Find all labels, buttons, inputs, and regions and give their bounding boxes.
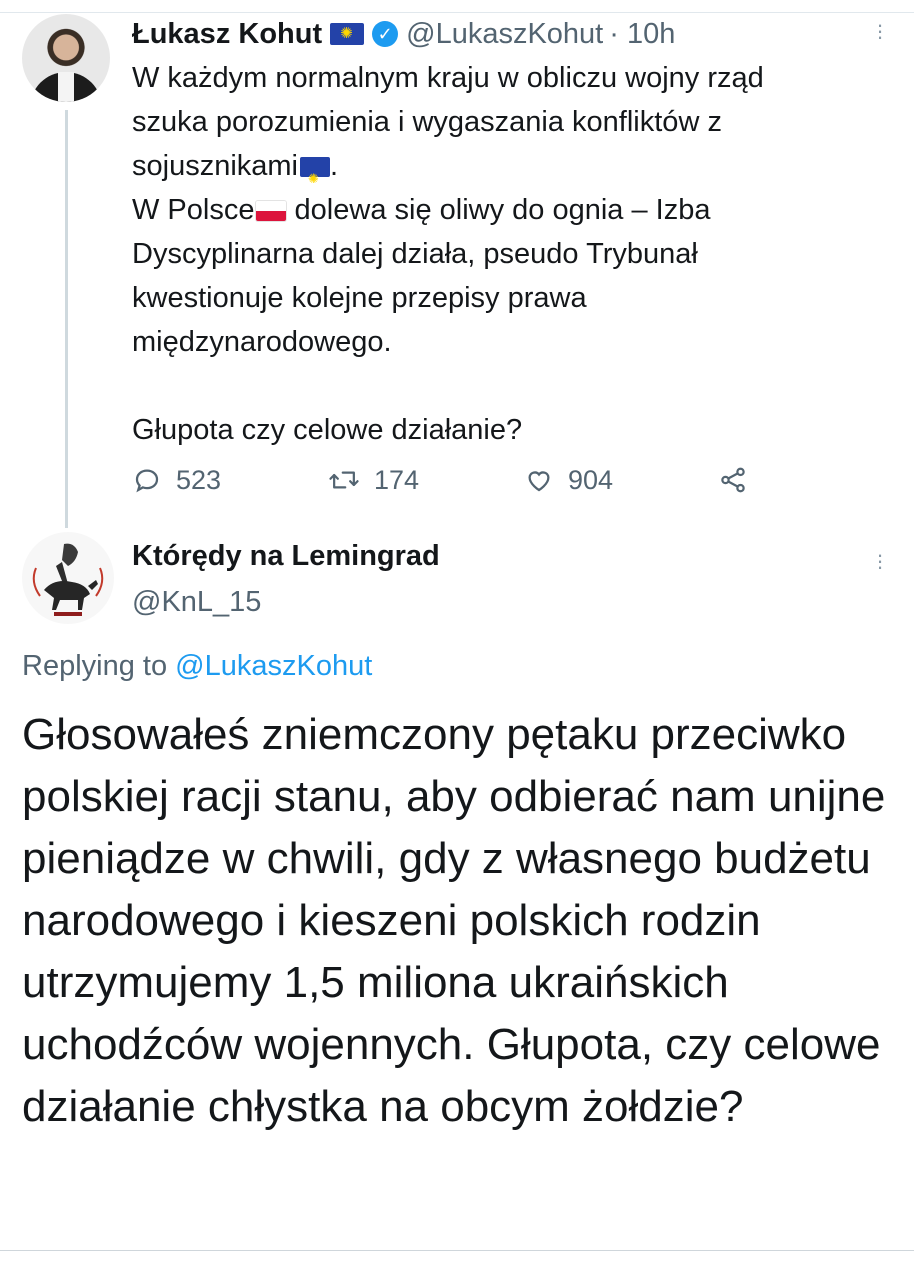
bottom-divider <box>0 1250 914 1251</box>
tweet-text: Głosowałeś zniemczony pętaku przeciwko p… <box>22 710 886 1131</box>
tweet-text-clip: Głosowałeś zniemczony pętaku przeciwko p… <box>0 0 914 1246</box>
